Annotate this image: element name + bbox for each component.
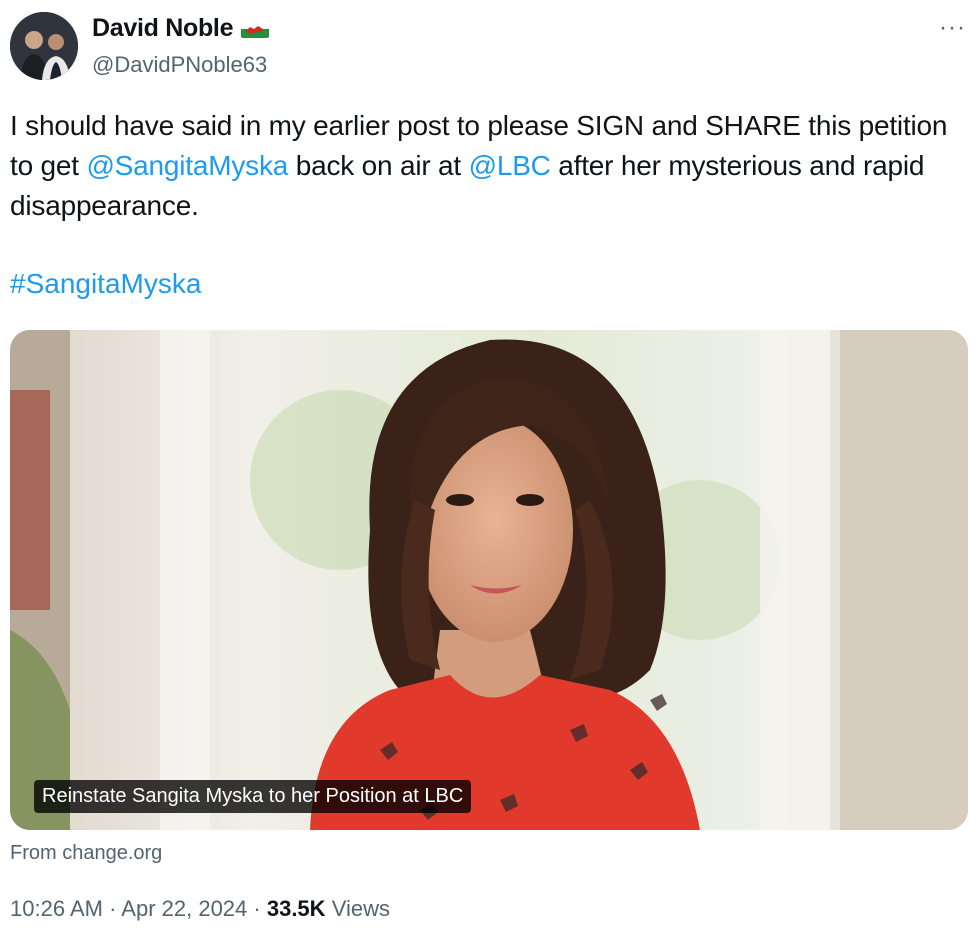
mention-link[interactable]: @LBC	[469, 150, 551, 181]
wales-flag-icon	[241, 19, 270, 38]
post-text-segment: back on air at	[288, 150, 469, 181]
post-text: I should have said in my earlier post to…	[10, 106, 970, 226]
mention-link[interactable]: @SangitaMyska	[86, 150, 288, 181]
avatar-image	[10, 12, 78, 80]
hashtag-link[interactable]: #SangitaMyska	[10, 268, 201, 300]
author-handle[interactable]: @DavidPNoble63	[92, 52, 267, 78]
more-options-icon[interactable]: ···	[939, 14, 966, 42]
meta-separator: ·	[247, 896, 267, 921]
author-name[interactable]: David Noble	[92, 14, 233, 43]
card-caption: Reinstate Sangita Myska to her Position …	[34, 780, 472, 813]
views-count: 33.5K	[266, 896, 326, 921]
post-time[interactable]: 10:26 AM	[10, 896, 103, 921]
post-meta: 10:26 AM · Apr 22, 2024 · 33.5K Views	[10, 896, 390, 922]
link-card-image[interactable]: Reinstate Sangita Myska to her Position …	[10, 330, 968, 830]
petition-photo	[10, 330, 968, 830]
post-date[interactable]: Apr 22, 2024	[121, 896, 247, 921]
views-label: Views	[331, 896, 390, 921]
card-source-link[interactable]: From change.org	[10, 842, 162, 865]
meta-separator: ·	[102, 896, 122, 921]
author-avatar[interactable]	[10, 12, 78, 80]
